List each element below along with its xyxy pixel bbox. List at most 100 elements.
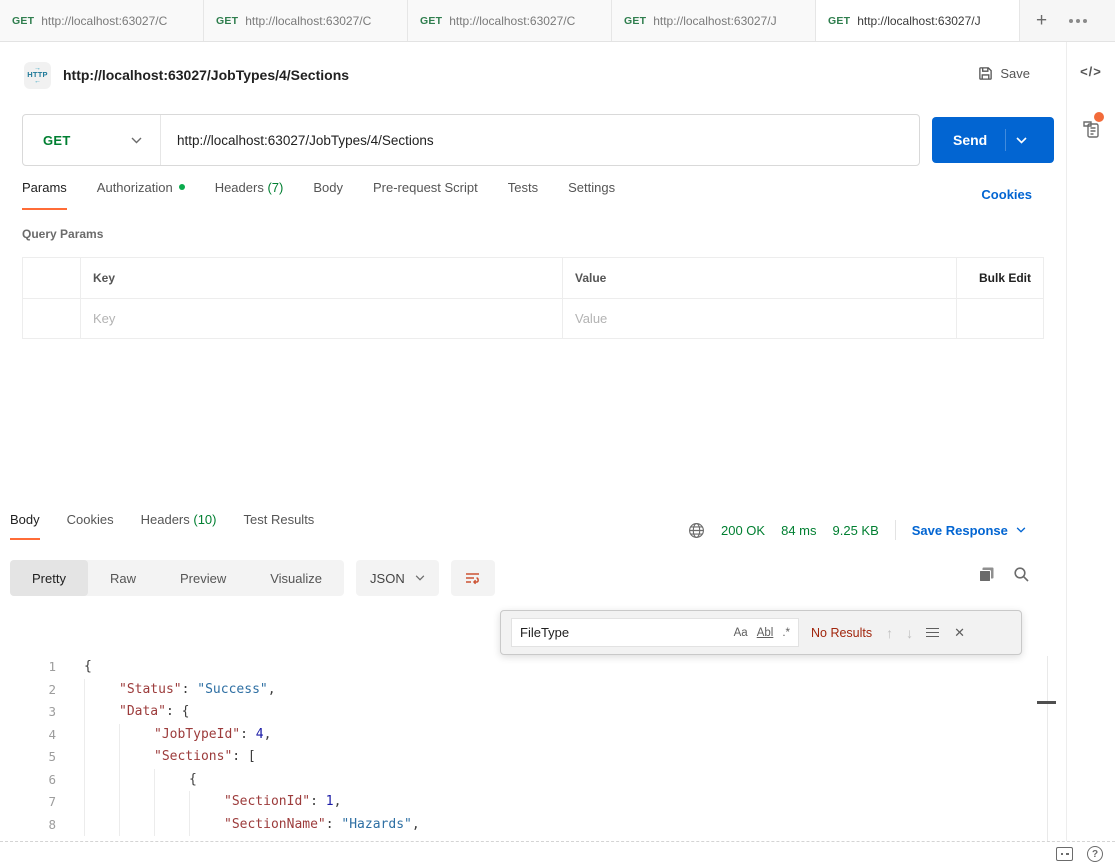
tab-method-label: GET [12, 15, 34, 27]
find-input[interactable] [520, 625, 725, 640]
send-options-chevron-icon[interactable] [1006, 137, 1039, 144]
request-tab-2[interactable]: GET http://localhost:63027/C [204, 0, 408, 41]
response-meta: 200 OK 84 ms 9.25 KB Save Response [688, 520, 1026, 540]
find-next-icon[interactable]: ↓ [906, 625, 913, 641]
headers-count: (7) [267, 180, 283, 195]
code-scrollbar-thumb[interactable] [1037, 701, 1056, 704]
tab-prerequest-script[interactable]: Pre-request Script [373, 180, 478, 208]
whole-word-icon[interactable]: Abl [757, 627, 774, 639]
tab-headers[interactable]: Headers (7) [215, 180, 284, 208]
tab-body[interactable]: Body [313, 180, 343, 208]
status-badge[interactable]: 200 OK [721, 523, 765, 538]
format-select[interactable]: JSON [356, 560, 439, 596]
tab-url-label: http://localhost:63027/C [449, 14, 575, 28]
cookies-link[interactable]: Cookies [981, 187, 1032, 202]
find-input-container: Aa Abl .* [511, 618, 799, 647]
request-tab-3[interactable]: GET http://localhost:63027/C [408, 0, 612, 41]
search-icon[interactable] [1013, 566, 1030, 583]
query-params-title: Query Params [22, 227, 103, 241]
query-params-table: Key Value Bulk Edit [22, 257, 1044, 339]
documentation-icon[interactable] [1081, 118, 1101, 145]
response-tab-headers[interactable]: Headers (10) [141, 512, 217, 540]
view-mode-group: Pretty Raw Preview Visualize [10, 560, 344, 596]
find-in-selection-icon[interactable] [926, 628, 939, 638]
code-line: 1{ [0, 656, 1040, 679]
match-case-icon[interactable]: Aa [734, 627, 748, 639]
request-tab-5-active[interactable]: GET http://localhost:63027/J [816, 0, 1020, 41]
globe-icon[interactable] [688, 522, 705, 539]
code-line: 8"SectionName": "Hazards", [0, 814, 1040, 837]
bulk-edit-button[interactable]: Bulk Edit [979, 271, 1031, 285]
console-icon[interactable] [1056, 847, 1073, 861]
param-value-input[interactable] [575, 311, 944, 326]
response-toolbar-icons [978, 566, 1030, 583]
request-tab-4[interactable]: GET http://localhost:63027/J [612, 0, 816, 41]
response-tab-body[interactable]: Body [10, 512, 40, 540]
response-tabs: Body Cookies Headers (10) Test Results [10, 512, 314, 540]
response-body-json[interactable]: 1{2"Status": "Success",3"Data": {4"JobTy… [0, 656, 1040, 841]
save-button[interactable]: Save [972, 62, 1036, 85]
request-tab-bar: GET http://localhost:63027/C GET http://… [0, 0, 1115, 42]
table-row [23, 298, 1043, 338]
help-icon[interactable]: ? [1087, 846, 1103, 862]
format-value: JSON [370, 571, 405, 586]
tab-authorization-label: Authorization [97, 180, 173, 195]
tab-params[interactable]: Params [22, 180, 67, 210]
wrap-lines-icon [465, 571, 481, 585]
view-pretty[interactable]: Pretty [10, 560, 88, 596]
tab-url-label: http://localhost:63027/J [653, 14, 776, 28]
find-widget: Aa Abl .* No Results ↑ ↓ ✕ [500, 610, 1022, 655]
new-tab-icon[interactable]: + [1036, 11, 1047, 30]
notification-dot [1094, 112, 1104, 122]
chevron-down-icon [415, 575, 425, 581]
param-key-input[interactable] [93, 311, 550, 326]
code-line: 7"SectionId": 1, [0, 791, 1040, 814]
authorization-status-dot [179, 184, 185, 190]
http-request-icon: → HTTP ← [24, 62, 51, 89]
response-tab-test-results[interactable]: Test Results [244, 512, 315, 540]
request-tab-1[interactable]: GET http://localhost:63027/C [0, 0, 204, 41]
request-config-tabs: Params Authorization Headers (7) Body Pr… [22, 180, 615, 210]
right-sidebar: </> [1066, 42, 1115, 841]
app-window: GET http://localhost:63027/C GET http://… [0, 0, 1115, 868]
tab-method-label: GET [216, 15, 238, 27]
url-input[interactable] [161, 133, 919, 148]
save-label: Save [1000, 66, 1030, 81]
code-line: 2"Status": "Success", [0, 679, 1040, 702]
save-response-button[interactable]: Save Response [912, 523, 1026, 538]
more-options-icon[interactable] [1065, 15, 1091, 27]
view-raw[interactable]: Raw [88, 560, 158, 596]
row-checkbox-cell [23, 299, 81, 338]
wrap-lines-button[interactable] [451, 560, 495, 596]
code-line: 3"Data": { [0, 701, 1040, 724]
tab-url-label: http://localhost:63027/J [857, 14, 980, 28]
code-line: 6{ [0, 769, 1040, 792]
code-snippet-icon[interactable]: </> [1067, 64, 1115, 79]
save-response-label: Save Response [912, 523, 1008, 538]
footer-bar: ? [0, 842, 1115, 868]
tab-tests[interactable]: Tests [508, 180, 538, 208]
view-visualize[interactable]: Visualize [248, 560, 344, 596]
find-close-icon[interactable]: ✕ [954, 625, 965, 641]
tab-settings[interactable]: Settings [568, 180, 615, 208]
send-button[interactable]: Send [932, 117, 1054, 163]
tab-authorization[interactable]: Authorization [97, 180, 185, 208]
code-scrollbar-track [1047, 656, 1048, 841]
find-navigation: ↑ ↓ ✕ [886, 625, 965, 641]
find-previous-icon[interactable]: ↑ [886, 625, 893, 641]
save-icon [978, 66, 993, 81]
tab-url-label: http://localhost:63027/C [245, 14, 371, 28]
page-title: http://localhost:63027/JobTypes/4/Sectio… [63, 67, 349, 83]
response-size[interactable]: 9.25 KB [833, 523, 879, 538]
find-results-status: No Results [811, 626, 872, 640]
view-preview[interactable]: Preview [158, 560, 248, 596]
response-time[interactable]: 84 ms [781, 523, 816, 538]
table-header-row: Key Value Bulk Edit [23, 258, 1043, 298]
method-select[interactable]: GET [23, 115, 161, 165]
tab-actions: + [1020, 0, 1107, 41]
tab-url-label: http://localhost:63027/C [41, 14, 167, 28]
response-tab-cookies[interactable]: Cookies [67, 512, 114, 540]
copy-icon[interactable] [978, 566, 995, 583]
tab-method-label: GET [624, 15, 646, 27]
regex-icon[interactable]: .* [782, 627, 790, 639]
